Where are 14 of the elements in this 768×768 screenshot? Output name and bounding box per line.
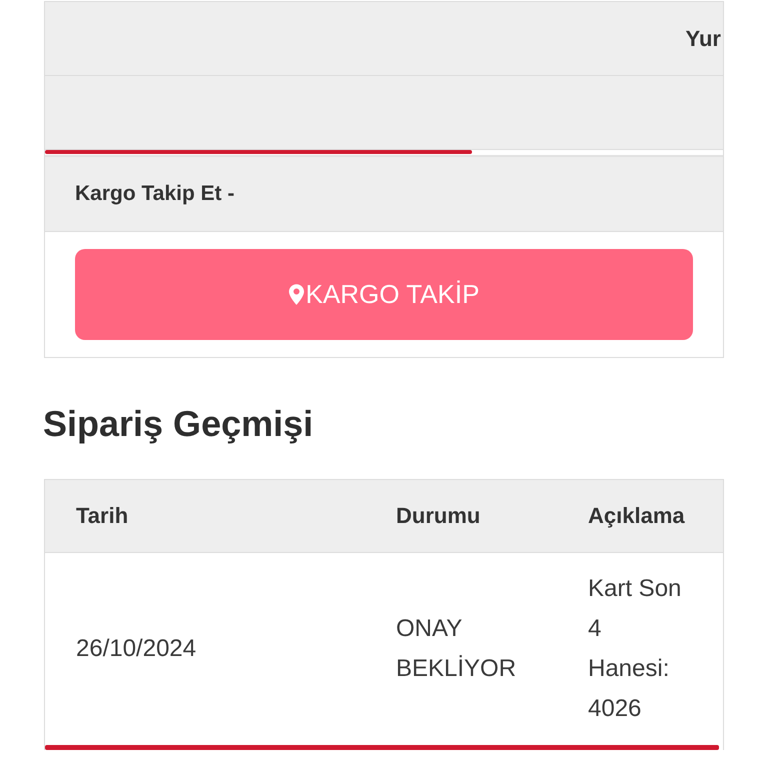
column-header: Durumu [365,480,557,552]
column-header: Tarih [45,480,365,552]
scrollbar-thumb[interactable] [45,150,472,154]
column-header: Yur [686,26,722,52]
column-header: Açıklama [557,480,723,552]
section-title: Kargo Takip Et - [75,182,234,206]
table-cell: Kart Son 4 Hanesi: 4026 [557,552,723,745]
table-cell: 26/10/2024 [45,552,365,745]
map-pin-icon [288,284,304,305]
scrollbar-track[interactable] [45,150,723,157]
table-cell: ONAY BEKLİYOR [365,552,557,745]
scrollbar-thumb[interactable] [45,745,719,750]
section-heading: Sipariş Geçmişi [43,402,314,446]
track-shipment-button[interactable]: KARGO TAKİP [75,249,693,340]
